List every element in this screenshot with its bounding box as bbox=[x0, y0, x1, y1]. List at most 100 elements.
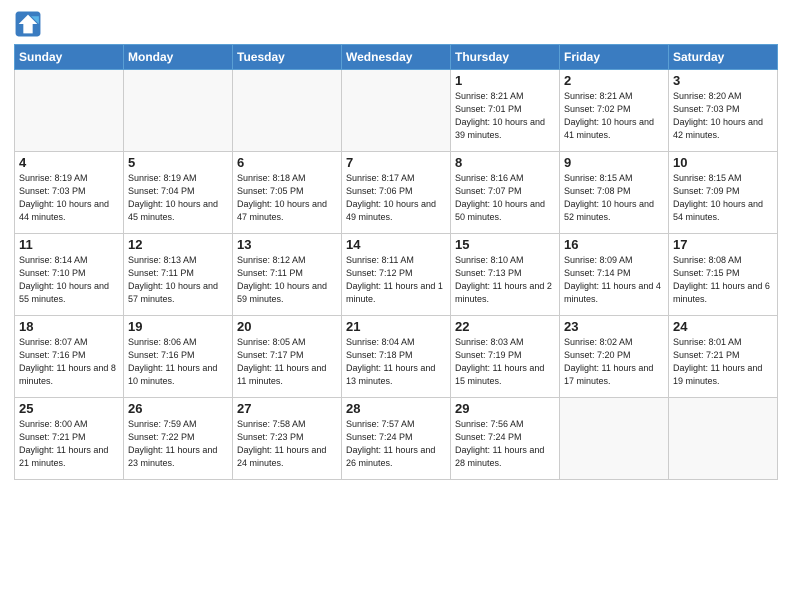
day-info: Sunrise: 8:19 AM Sunset: 7:04 PM Dayligh… bbox=[128, 172, 228, 224]
day-number: 11 bbox=[19, 237, 119, 252]
calendar-cell bbox=[124, 70, 233, 152]
calendar-week-2: 11Sunrise: 8:14 AM Sunset: 7:10 PM Dayli… bbox=[15, 234, 778, 316]
calendar-cell: 17 Sunrise: 8:08 AM Sunset: 7:15 PM Dayli… bbox=[669, 234, 778, 316]
calendar-cell: 28 Sunrise: 7:57 AM Sunset: 7:24 PM Dayli… bbox=[342, 398, 451, 480]
day-info: Sunrise: 7:58 AM Sunset: 7:23 PM Dayligh… bbox=[237, 418, 337, 470]
calendar-cell bbox=[560, 398, 669, 480]
day-info: Sunrise: 8:15 AM Sunset: 7:08 PM Dayligh… bbox=[564, 172, 664, 224]
calendar-cell: 27 Sunrise: 7:58 AM Sunset: 7:23 PM Dayli… bbox=[233, 398, 342, 480]
logo-icon bbox=[14, 10, 42, 38]
day-info: Sunrise: 7:59 AM Sunset: 7:22 PM Dayligh… bbox=[128, 418, 228, 470]
day-info: Sunrise: 8:03 AM Sunset: 7:19 PM Dayligh… bbox=[455, 336, 555, 388]
day-number: 29 bbox=[455, 401, 555, 416]
calendar-cell: 22Sunrise: 8:03 AM Sunset: 7:19 PM Dayli… bbox=[451, 316, 560, 398]
calendar-cell: 13 Sunrise: 8:12 AM Sunset: 7:11 PM Dayli… bbox=[233, 234, 342, 316]
day-number: 28 bbox=[346, 401, 446, 416]
header bbox=[14, 10, 778, 38]
calendar-cell: 6 Sunrise: 8:18 AM Sunset: 7:05 PM Daylig… bbox=[233, 152, 342, 234]
day-number: 4 bbox=[19, 155, 119, 170]
day-number: 17 bbox=[673, 237, 773, 252]
day-number: 3 bbox=[673, 73, 773, 88]
calendar-cell: 9 Sunrise: 8:15 AM Sunset: 7:08 PM Daylig… bbox=[560, 152, 669, 234]
calendar-cell: 4 Sunrise: 8:19 AM Sunset: 7:03 PM Daylig… bbox=[15, 152, 124, 234]
calendar-week-0: 1 Sunrise: 8:21 AM Sunset: 7:01 PM Daylig… bbox=[15, 70, 778, 152]
day-number: 20 bbox=[237, 319, 337, 334]
weekday-header-tuesday: Tuesday bbox=[233, 45, 342, 70]
calendar-week-1: 4 Sunrise: 8:19 AM Sunset: 7:03 PM Daylig… bbox=[15, 152, 778, 234]
calendar-week-3: 18 Sunrise: 8:07 AM Sunset: 7:16 PM Dayli… bbox=[15, 316, 778, 398]
calendar-cell: 5Sunrise: 8:19 AM Sunset: 7:04 PM Daylig… bbox=[124, 152, 233, 234]
calendar-cell: 24 Sunrise: 8:01 AM Sunset: 7:21 PM Dayli… bbox=[669, 316, 778, 398]
calendar-cell: 8 Sunrise: 8:16 AM Sunset: 7:07 PM Daylig… bbox=[451, 152, 560, 234]
day-info: Sunrise: 8:21 AM Sunset: 7:02 PM Dayligh… bbox=[564, 90, 664, 142]
day-info: Sunrise: 8:15 AM Sunset: 7:09 PM Dayligh… bbox=[673, 172, 773, 224]
day-info: Sunrise: 8:09 AM Sunset: 7:14 PM Dayligh… bbox=[564, 254, 664, 306]
calendar-cell: 10 Sunrise: 8:15 AM Sunset: 7:09 PM Dayli… bbox=[669, 152, 778, 234]
day-number: 12 bbox=[128, 237, 228, 252]
day-info: Sunrise: 8:05 AM Sunset: 7:17 PM Dayligh… bbox=[237, 336, 337, 388]
day-info: Sunrise: 8:11 AM Sunset: 7:12 PM Dayligh… bbox=[346, 254, 446, 306]
day-info: Sunrise: 8:16 AM Sunset: 7:07 PM Dayligh… bbox=[455, 172, 555, 224]
calendar-cell: 15 Sunrise: 8:10 AM Sunset: 7:13 PM Dayli… bbox=[451, 234, 560, 316]
day-info: Sunrise: 7:56 AM Sunset: 7:24 PM Dayligh… bbox=[455, 418, 555, 470]
day-number: 27 bbox=[237, 401, 337, 416]
calendar: SundayMondayTuesdayWednesdayThursdayFrid… bbox=[14, 44, 778, 480]
day-info: Sunrise: 8:07 AM Sunset: 7:16 PM Dayligh… bbox=[19, 336, 119, 388]
day-number: 16 bbox=[564, 237, 664, 252]
calendar-cell: 7 Sunrise: 8:17 AM Sunset: 7:06 PM Daylig… bbox=[342, 152, 451, 234]
calendar-cell: 21Sunrise: 8:04 AM Sunset: 7:18 PM Dayli… bbox=[342, 316, 451, 398]
day-number: 19 bbox=[128, 319, 228, 334]
day-info: Sunrise: 8:10 AM Sunset: 7:13 PM Dayligh… bbox=[455, 254, 555, 306]
day-info: Sunrise: 8:12 AM Sunset: 7:11 PM Dayligh… bbox=[237, 254, 337, 306]
day-number: 1 bbox=[455, 73, 555, 88]
day-number: 14 bbox=[346, 237, 446, 252]
day-info: Sunrise: 8:01 AM Sunset: 7:21 PM Dayligh… bbox=[673, 336, 773, 388]
calendar-cell: 2 Sunrise: 8:21 AM Sunset: 7:02 PM Daylig… bbox=[560, 70, 669, 152]
weekday-header-friday: Friday bbox=[560, 45, 669, 70]
weekday-header-thursday: Thursday bbox=[451, 45, 560, 70]
calendar-cell: 16 Sunrise: 8:09 AM Sunset: 7:14 PM Dayli… bbox=[560, 234, 669, 316]
day-info: Sunrise: 7:57 AM Sunset: 7:24 PM Dayligh… bbox=[346, 418, 446, 470]
day-number: 10 bbox=[673, 155, 773, 170]
day-number: 23 bbox=[564, 319, 664, 334]
page: SundayMondayTuesdayWednesdayThursdayFrid… bbox=[0, 0, 792, 612]
weekday-header-sunday: Sunday bbox=[15, 45, 124, 70]
day-info: Sunrise: 8:19 AM Sunset: 7:03 PM Dayligh… bbox=[19, 172, 119, 224]
calendar-cell: 3 Sunrise: 8:20 AM Sunset: 7:03 PM Daylig… bbox=[669, 70, 778, 152]
day-info: Sunrise: 8:02 AM Sunset: 7:20 PM Dayligh… bbox=[564, 336, 664, 388]
day-info: Sunrise: 8:20 AM Sunset: 7:03 PM Dayligh… bbox=[673, 90, 773, 142]
day-number: 24 bbox=[673, 319, 773, 334]
day-info: Sunrise: 8:18 AM Sunset: 7:05 PM Dayligh… bbox=[237, 172, 337, 224]
calendar-cell: 18 Sunrise: 8:07 AM Sunset: 7:16 PM Dayli… bbox=[15, 316, 124, 398]
day-number: 25 bbox=[19, 401, 119, 416]
calendar-cell: 25Sunrise: 8:00 AM Sunset: 7:21 PM Dayli… bbox=[15, 398, 124, 480]
logo bbox=[14, 10, 46, 38]
day-info: Sunrise: 8:13 AM Sunset: 7:11 PM Dayligh… bbox=[128, 254, 228, 306]
calendar-cell: 20 Sunrise: 8:05 AM Sunset: 7:17 PM Dayli… bbox=[233, 316, 342, 398]
calendar-cell bbox=[233, 70, 342, 152]
calendar-cell bbox=[342, 70, 451, 152]
day-info: Sunrise: 8:06 AM Sunset: 7:16 PM Dayligh… bbox=[128, 336, 228, 388]
day-number: 6 bbox=[237, 155, 337, 170]
day-info: Sunrise: 8:21 AM Sunset: 7:01 PM Dayligh… bbox=[455, 90, 555, 142]
calendar-cell: 29 Sunrise: 7:56 AM Sunset: 7:24 PM Dayli… bbox=[451, 398, 560, 480]
calendar-cell: 11Sunrise: 8:14 AM Sunset: 7:10 PM Dayli… bbox=[15, 234, 124, 316]
day-info: Sunrise: 8:08 AM Sunset: 7:15 PM Dayligh… bbox=[673, 254, 773, 306]
day-number: 9 bbox=[564, 155, 664, 170]
day-number: 15 bbox=[455, 237, 555, 252]
day-number: 18 bbox=[19, 319, 119, 334]
calendar-cell bbox=[15, 70, 124, 152]
day-number: 8 bbox=[455, 155, 555, 170]
calendar-cell: 23 Sunrise: 8:02 AM Sunset: 7:20 PM Dayli… bbox=[560, 316, 669, 398]
calendar-cell: 12 Sunrise: 8:13 AM Sunset: 7:11 PM Dayli… bbox=[124, 234, 233, 316]
calendar-cell: 26Sunrise: 7:59 AM Sunset: 7:22 PM Dayli… bbox=[124, 398, 233, 480]
weekday-header-monday: Monday bbox=[124, 45, 233, 70]
calendar-cell: 1 Sunrise: 8:21 AM Sunset: 7:01 PM Daylig… bbox=[451, 70, 560, 152]
day-info: Sunrise: 8:17 AM Sunset: 7:06 PM Dayligh… bbox=[346, 172, 446, 224]
calendar-cell: 14 Sunrise: 8:11 AM Sunset: 7:12 PM Dayli… bbox=[342, 234, 451, 316]
calendar-cell bbox=[669, 398, 778, 480]
day-number: 7 bbox=[346, 155, 446, 170]
day-number: 21 bbox=[346, 319, 446, 334]
day-number: 2 bbox=[564, 73, 664, 88]
day-number: 13 bbox=[237, 237, 337, 252]
